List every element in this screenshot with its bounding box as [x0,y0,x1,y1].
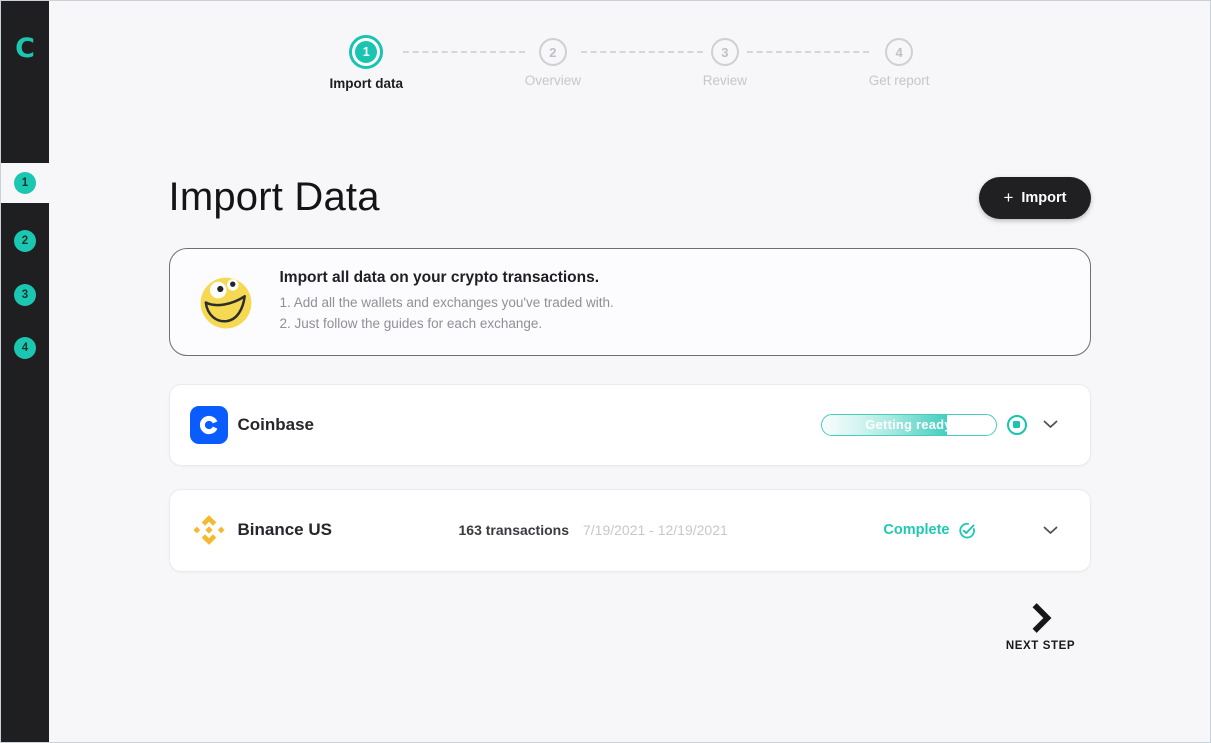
smiley-grin-icon [198,274,254,330]
exchange-card-coinbase: Coinbase Getting ready [169,384,1091,466]
sidebar-step-3[interactable]: 3 [1,275,49,315]
stepper-step-import-data[interactable]: 1 Import data [330,35,404,91]
sidebar-step-3-badge: 3 [14,284,36,306]
step-1-number: 1 [355,41,377,63]
import-button[interactable]: + Import [979,177,1090,219]
sidebar-step-4-badge: 4 [14,337,36,359]
sidebar-step-2[interactable]: 2 [1,221,49,261]
page-title: Import Data [169,175,380,220]
stepper-connector [747,51,869,53]
plus-icon: + [1003,188,1013,208]
exchange-card-binance-us: Binance US 163 transactions 7/19/2021 - … [169,489,1091,572]
step-3-label: Review [703,73,747,88]
sidebar-step-1-badge: 1 [14,172,36,194]
stop-square [1013,421,1020,428]
step-1-circle: 1 [349,35,383,69]
stop-import-icon[interactable] [1007,415,1027,435]
chevron-down-icon[interactable] [1043,526,1058,535]
step-3-circle: 3 [711,38,739,66]
date-range: 7/19/2021 - 12/19/2021 [583,522,728,538]
stepper-connector [403,51,525,53]
binance-logo-icon [190,511,228,549]
progress-stepper: 1 Import data 2 Overview 3 Review 4 Get … [330,35,930,91]
check-circle-icon [958,522,977,539]
info-box-title: Import all data on your crypto transacti… [280,269,614,287]
stepper-step-get-report[interactable]: 4 Get report [869,35,930,88]
stepper-step-review[interactable]: 3 Review [703,35,747,88]
info-box-item-2: 2. Just follow the guides for each excha… [280,314,614,335]
stepper-connector [581,51,703,53]
step-2-circle: 2 [539,38,567,66]
sidebar: C 1 2 3 4 [1,1,49,742]
app-logo: C [1,33,49,64]
sidebar-step-2-badge: 2 [14,230,36,252]
exchange-name: Coinbase [238,415,459,435]
sidebar-step-4[interactable]: 4 [1,328,49,368]
step-4-circle: 4 [885,38,913,66]
info-box-item-1: 1. Add all the wallets and exchanges you… [280,293,614,314]
info-box: Import all data on your crypto transacti… [169,248,1091,356]
chevron-right-icon [1030,602,1052,634]
import-progress-bar: Getting ready [821,414,997,436]
chevron-down-icon[interactable] [1043,420,1058,429]
next-step-button[interactable]: NEXT STEP [995,602,1087,652]
step-4-label: Get report [869,73,930,88]
step-2-label: Overview [525,73,581,88]
next-step-label: NEXT STEP [1006,640,1075,652]
exchange-name: Binance US [238,520,459,540]
app-window: C 1 2 3 4 1 Import data 2 Overview [0,0,1211,743]
complete-label: Complete [883,522,949,538]
import-button-label: Import [1021,190,1066,206]
progress-status-label: Getting ready [822,415,996,435]
transaction-count: 163 transactions [459,522,570,538]
main-area: 1 Import data 2 Overview 3 Review 4 Get … [49,35,1210,743]
info-box-text: Import all data on your crypto transacti… [280,269,614,335]
page-header: Import Data + Import [169,175,1091,220]
coinbase-logo-icon [190,406,228,444]
status-complete: Complete [883,522,976,539]
sidebar-step-1[interactable]: 1 [1,163,49,203]
stepper-step-overview[interactable]: 2 Overview [525,35,581,88]
step-1-label: Import data [330,76,404,91]
